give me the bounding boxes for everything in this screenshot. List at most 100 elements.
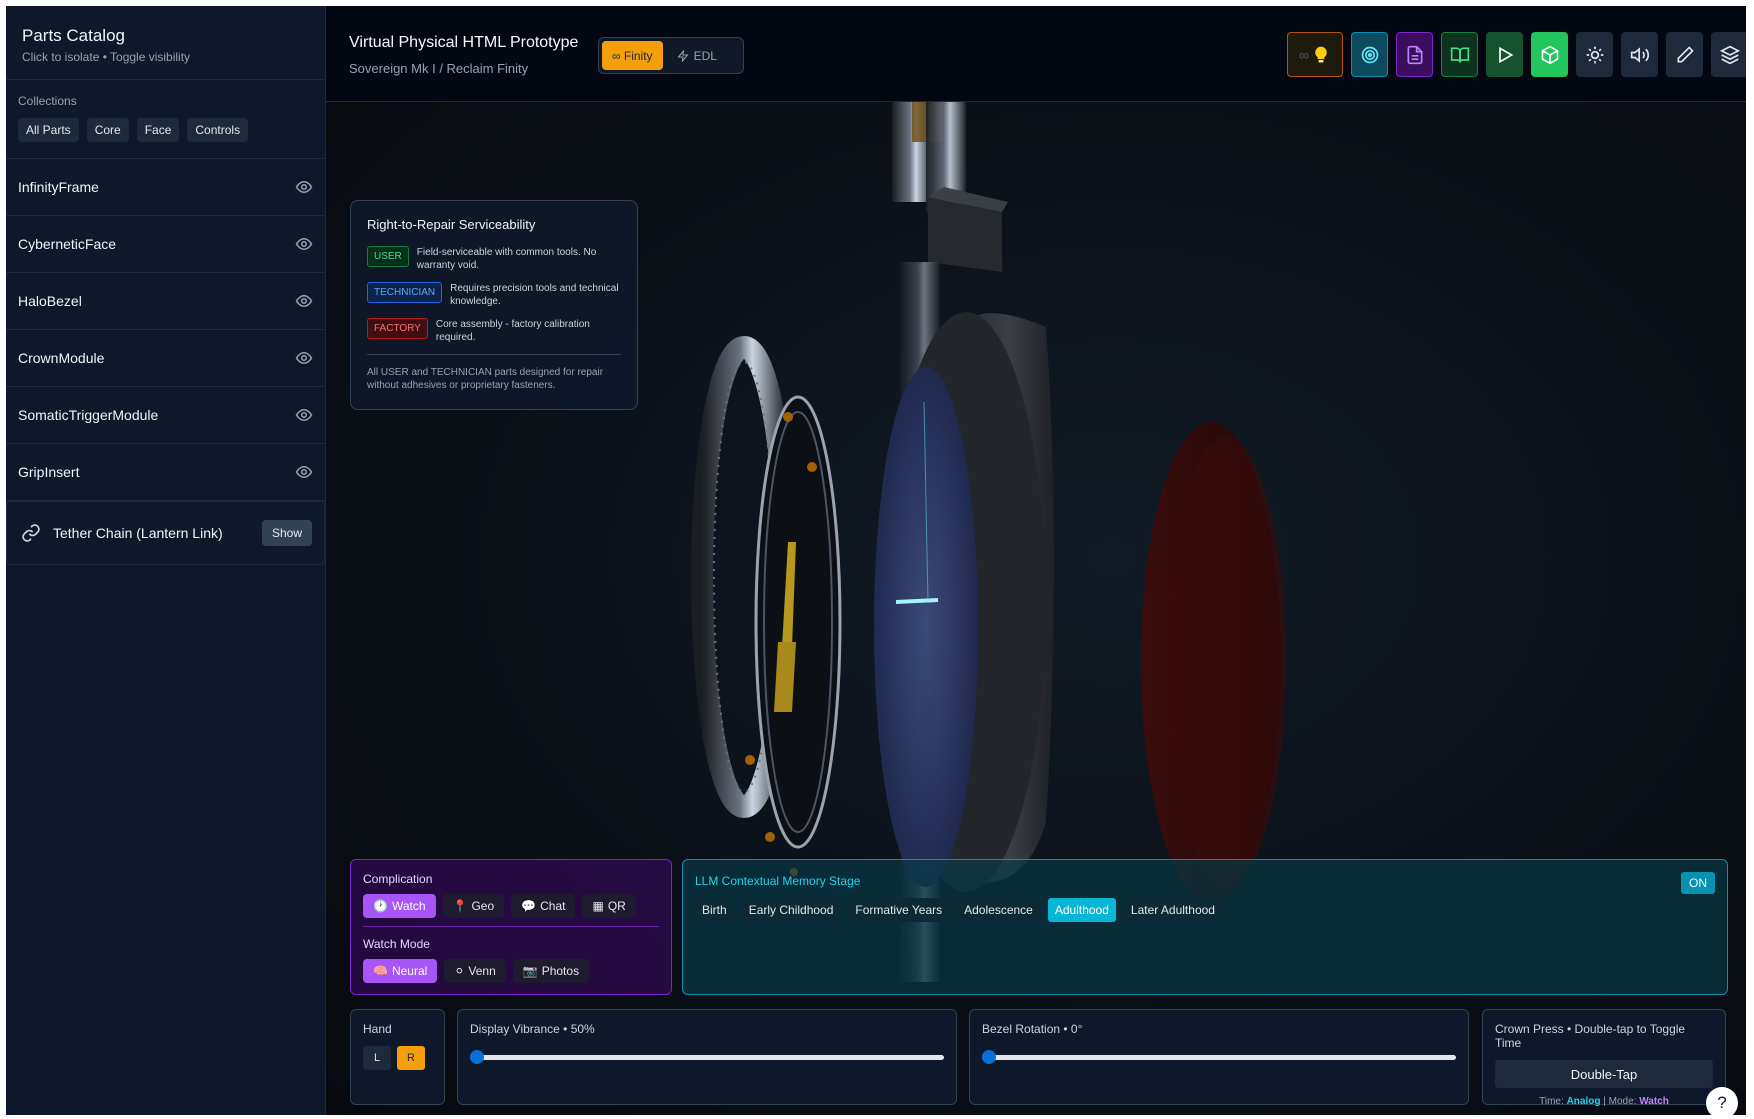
memory-stages: Birth Early Childhood Formative Years Ad…: [695, 898, 1715, 922]
collections-section: Collections All Parts Core Face Controls: [6, 80, 325, 159]
hand-left-button[interactable]: L: [363, 1046, 391, 1070]
layers-button[interactable]: [1711, 32, 1748, 77]
collection-core[interactable]: Core: [86, 118, 129, 142]
part-item-halobezel[interactable]: HaloBezel: [6, 273, 325, 330]
brain-icon: 🧠: [373, 964, 388, 978]
hand-panel: Hand L R: [350, 1009, 445, 1105]
complication-geo-button[interactable]: 📍 Geo: [442, 894, 505, 918]
watch-mode-venn-button[interactable]: ⚪ Venn: [444, 959, 506, 983]
book-icon: [1450, 47, 1469, 63]
tether-show-button[interactable]: Show: [261, 520, 312, 546]
top-header: Virtual Physical HTML Prototype Sovereig…: [326, 6, 1754, 102]
watch-mode-neural-label: Neural: [391, 964, 428, 978]
eye-icon[interactable]: [295, 406, 313, 424]
package-button[interactable]: [1531, 32, 1568, 77]
part-item-gripinsert[interactable]: GripInsert: [6, 444, 325, 501]
mode-edl-button[interactable]: EDL: [667, 41, 727, 70]
part-item-somatictriggermodule[interactable]: SomaticTriggerModule: [6, 387, 325, 444]
bezel-panel: Bezel Rotation • 0°: [969, 1009, 1469, 1105]
eye-icon[interactable]: [295, 178, 313, 196]
vibrance-slider[interactable]: [470, 1050, 944, 1064]
light-button[interactable]: [1576, 32, 1613, 77]
mode-switch: ∞ Finity EDL: [598, 37, 744, 74]
circle-icon: ⚪: [454, 964, 465, 978]
watch-mode-photos-button[interactable]: 📷 Photos: [512, 959, 590, 983]
part-label: GripInsert: [18, 464, 80, 480]
mode-finity-button[interactable]: ∞ Finity: [602, 41, 663, 70]
factory-desc: Core assembly - factory calibration requ…: [435, 319, 590, 343]
eye-icon[interactable]: [295, 235, 313, 253]
crown-status: Time: Analog | Mode: Watch: [1495, 1096, 1713, 1107]
stage-later-adulthood[interactable]: Later Adulthood: [1123, 898, 1222, 922]
document-button[interactable]: [1396, 32, 1433, 77]
bolt-icon: [676, 49, 689, 62]
complication-panel: Complication 🕐 Watch 📍 Geo 💬 Chat ▦ QR Watch…: [350, 859, 672, 995]
technician-badge: TECHNICIAN: [367, 282, 443, 303]
sun-icon: [1586, 46, 1603, 63]
link-icon: [22, 524, 40, 542]
stage-formative-years[interactable]: Formative Years: [848, 898, 950, 922]
collection-controls[interactable]: Controls: [187, 118, 249, 142]
play-button[interactable]: [1486, 32, 1523, 77]
repair-level-technician: TECHNICIAN Requires precision tools and …: [367, 282, 621, 308]
target-icon: [1361, 46, 1378, 63]
llm-toggle-button[interactable]: ON: [1681, 872, 1715, 894]
part-item-infinityframe[interactable]: InfinityFrame: [6, 159, 325, 216]
document-icon: [1407, 45, 1422, 64]
part-label: HaloBezel: [18, 293, 82, 309]
part-label: CyberneticFace: [18, 236, 117, 252]
slider-thumb[interactable]: [470, 1050, 484, 1064]
slider-thumb[interactable]: [982, 1050, 996, 1064]
qr-icon: ▦: [592, 899, 604, 913]
eye-icon[interactable]: [295, 292, 313, 310]
sidebar-header: Parts Catalog Click to isolate • Toggle …: [6, 6, 325, 80]
llm-panel-title: LLM Contextual Memory Stage: [695, 874, 861, 888]
package-icon: [1541, 45, 1558, 64]
eye-icon[interactable]: [295, 463, 313, 481]
complication-chat-button[interactable]: 💬 Chat: [511, 894, 576, 918]
part-label: InfinityFrame: [18, 179, 99, 195]
draw-button[interactable]: [1666, 32, 1703, 77]
help-button[interactable]: ?: [1706, 1087, 1738, 1119]
complication-geo-label: Geo: [471, 899, 495, 913]
collection-all-parts[interactable]: All Parts: [18, 118, 79, 142]
divider: [363, 926, 659, 927]
collection-face[interactable]: Face: [136, 118, 180, 142]
complication-watch-label: Watch: [391, 899, 426, 913]
stage-adolescence[interactable]: Adolescence: [957, 898, 1040, 922]
chat-icon: 💬: [521, 899, 537, 913]
stage-early-childhood[interactable]: Early Childhood: [741, 898, 841, 922]
watch-mode-neural-button[interactable]: 🧠 Neural: [363, 959, 438, 983]
book-button[interactable]: [1441, 32, 1478, 77]
watch-mode-label: Watch Mode: [363, 937, 430, 951]
window-edge: [1746, 0, 1754, 1115]
collections-label: Collections: [18, 94, 77, 108]
complication-qr-button[interactable]: ▦ QR: [582, 894, 636, 918]
part-item-cyberneticface[interactable]: CyberneticFace: [6, 216, 325, 273]
page-subtitle: Sovereign Mk I / Reclaim Finity: [349, 61, 529, 76]
sound-button[interactable]: [1621, 32, 1658, 77]
part-label: CrownModule: [18, 350, 105, 366]
repair-note: All USER and TECHNICIAN parts designed f…: [367, 354, 621, 392]
eye-icon[interactable]: [295, 349, 313, 367]
part-label: SomaticTriggerModule: [18, 407, 159, 423]
target-button[interactable]: [1351, 32, 1388, 77]
stage-birth[interactable]: Birth: [695, 898, 734, 922]
play-icon: [1498, 46, 1513, 63]
mode-value: Watch: [1639, 1096, 1669, 1107]
watch-mode-venn-label: Venn: [468, 964, 496, 978]
complication-watch-button[interactable]: 🕐 Watch: [363, 894, 436, 918]
repair-level-user: USER Field-serviceable with common tools…: [367, 246, 621, 272]
complication-qr-label: QR: [607, 899, 626, 913]
bezel-slider[interactable]: [982, 1050, 1456, 1064]
layers-icon: [1719, 45, 1740, 64]
right-to-repair-panel: Right-to-Repair Serviceability USER Fiel…: [350, 200, 638, 410]
infinity-bulb-button[interactable]: ∞: [1287, 32, 1343, 77]
mode-prefix: Mode:: [1608, 1096, 1637, 1107]
part-item-crownmodule[interactable]: CrownModule: [6, 330, 325, 387]
mode-edl-label: EDL: [693, 48, 717, 63]
user-desc: Field-serviceable with common tools. No …: [416, 247, 597, 271]
stage-adulthood[interactable]: Adulthood: [1047, 898, 1116, 922]
double-tap-button[interactable]: Double-Tap: [1495, 1060, 1713, 1088]
hand-right-button[interactable]: R: [397, 1046, 425, 1070]
